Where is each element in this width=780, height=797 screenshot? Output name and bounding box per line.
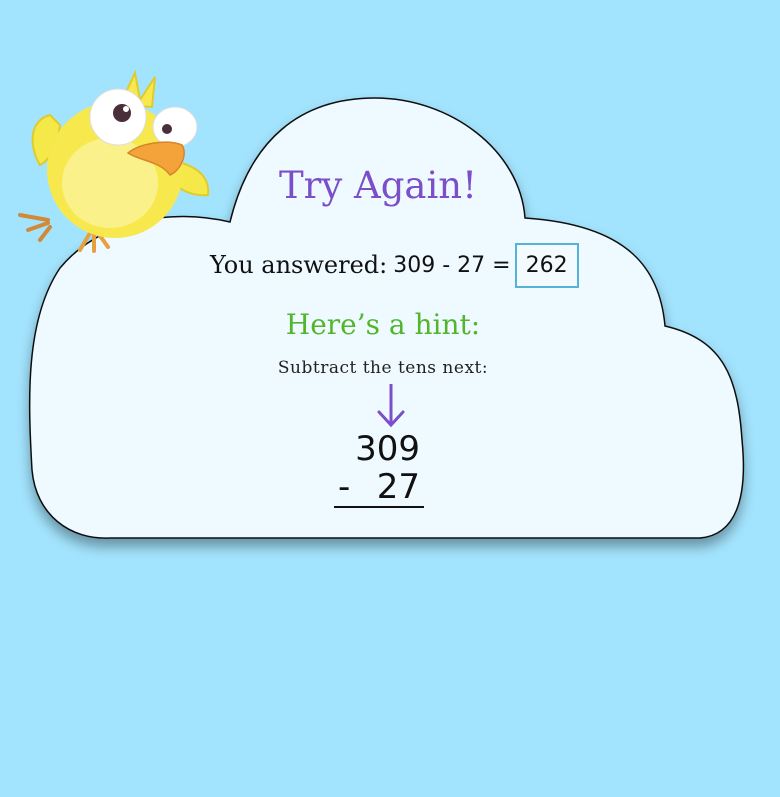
answer-value: 262 <box>525 252 568 278</box>
problem-subtrahend: 27 <box>376 467 420 507</box>
page-title: Try Again! <box>278 164 478 207</box>
subtraction-problem: 309 - 27 <box>330 430 424 508</box>
answer-row: You answered: 309 - 27 = 262 <box>210 240 579 290</box>
hint-title: Here’s a hint: <box>285 308 481 341</box>
problem-operator: - <box>338 467 351 507</box>
answer-equation: 309 - 27 = <box>393 252 511 278</box>
hint-text: Subtract the tens next: <box>277 358 489 378</box>
chick-mascot <box>18 69 210 253</box>
answer-prefix: You answered: <box>210 251 388 279</box>
answer-value-box: 262 <box>514 242 579 288</box>
arrow-down-icon <box>377 384 405 428</box>
problem-minuend: 309 <box>355 429 420 469</box>
